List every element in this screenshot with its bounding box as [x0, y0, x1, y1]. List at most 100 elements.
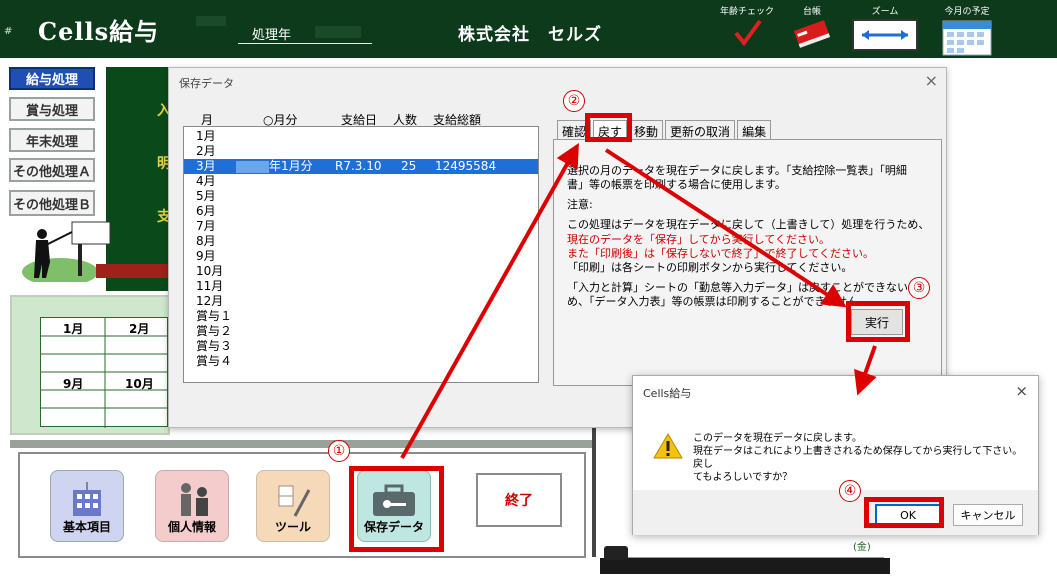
list-cell-m: 賞与１ [196, 309, 233, 323]
list-item[interactable]: 10月 [184, 264, 538, 279]
zoom-icon [852, 19, 918, 51]
list-cell-m: 賞与４ [196, 354, 233, 368]
warning-icon [653, 433, 683, 459]
list-item[interactable]: 6月 [184, 204, 538, 219]
cancel-button[interactable]: キャンセル [953, 504, 1023, 526]
nav-other-b[interactable]: その他処理Ｂ [9, 190, 95, 216]
personal-info-button[interactable]: 個人情報 [155, 470, 229, 542]
confirm-line-1: このデータを現在データに戻します。 [693, 433, 862, 444]
list-cell-period: 年1月分 [269, 159, 313, 173]
calendar-icon [942, 20, 992, 56]
nav-bonus[interactable]: 賞与処理 [9, 97, 95, 121]
list-item[interactable]: 5月 [184, 189, 538, 204]
list-item[interactable]: 賞与２ [184, 324, 538, 339]
list-cell-m: 賞与２ [196, 324, 233, 338]
nav-other-a[interactable]: その他処理Ａ [9, 158, 95, 182]
list-item[interactable]: 賞与１ [184, 309, 538, 324]
tab-edit[interactable]: 編集 [737, 120, 772, 140]
list-item[interactable]: 賞与３ [184, 339, 538, 354]
list-cell-m: 2月 [196, 144, 216, 158]
masked-field [196, 16, 226, 26]
list-cell-m: 7月 [196, 219, 216, 233]
highlight-execute [846, 301, 910, 342]
list-item[interactable]: 3月 年1月分 R7.3.10 25 12495584 [184, 159, 538, 174]
nav-payroll[interactable]: 給与処理 [9, 67, 95, 90]
list-item[interactable]: 11月 [184, 279, 538, 294]
grid-lines [41, 318, 169, 428]
tools-button[interactable]: ツール [256, 470, 330, 542]
tools-label: ツール [274, 520, 311, 534]
confirm-dialog: Cells給与 × このデータを現在データに戻します。 現在データはこれにより上… [632, 375, 1039, 535]
pane-line-2: 書」等の帳票を印刷する場合に使用します。 [567, 178, 786, 191]
highlight-ok [864, 497, 944, 528]
ledger-button[interactable]: 台帳 [790, 4, 834, 52]
highlight-restore-tab [585, 113, 632, 142]
frame-knob [604, 546, 628, 560]
zoom-button[interactable]: ズーム [850, 4, 920, 54]
dialog-close-button[interactable]: × [925, 71, 938, 90]
grid-month-9: 9月 [63, 377, 84, 391]
pane-note-1: この処理はデータを現在データに戻して（上書きして）処理を行うため、 [567, 218, 930, 231]
step-3-marker: ③ [908, 277, 930, 299]
list-cell-m: 6月 [196, 204, 216, 218]
exit-button[interactable]: 終了 [476, 473, 562, 527]
list-item[interactable]: 賞与４ [184, 354, 538, 369]
grid-month-1: 1月 [63, 322, 84, 336]
confirm-title: Cells給与 [643, 387, 692, 400]
list-item[interactable]: 12月 [184, 294, 538, 309]
frame-base [600, 558, 890, 574]
panel-divider [10, 440, 592, 448]
step-4-marker: ④ [839, 480, 861, 502]
confirm-line-3: てもよろしいですか？ [693, 472, 793, 483]
list-cell-m: 8月 [196, 234, 216, 248]
confirm-line-2: 現在データはこれにより上書きされるため保存してから実行して下さい。戻し [693, 446, 1023, 470]
list-item[interactable]: 8月 [184, 234, 538, 249]
year-value-masked [315, 26, 361, 38]
month-grid: 1月 2月 9月 10月 [40, 317, 169, 428]
age-check-label: 年齢チェック [719, 7, 774, 17]
list-item[interactable]: 1月 [184, 129, 538, 144]
list-cell-m: 9月 [196, 249, 216, 263]
list-item[interactable]: 4月 [184, 174, 538, 189]
list-cell-m: 5月 [196, 189, 216, 203]
frame-line [604, 544, 884, 558]
pane-note-3: また「印刷後」は「保存しないで終了」で終了してください。 [567, 247, 875, 260]
people-icon [181, 483, 208, 516]
pane-note-label: 注意: [567, 198, 593, 211]
list-cell-m: 賞与３ [196, 339, 233, 353]
list-item[interactable]: 2月 [184, 144, 538, 159]
grid-month-2: 2月 [129, 322, 150, 336]
list-item[interactable]: 9月 [184, 249, 538, 264]
list-item[interactable]: 7月 [184, 219, 538, 234]
presenter-icon [22, 221, 170, 282]
personal-info-label: 個人情報 [167, 520, 216, 534]
ledger-label: 台帳 [802, 7, 821, 17]
frame-post [592, 427, 596, 557]
list-cell-count: 25 [401, 159, 417, 173]
age-check-button[interactable]: 年齢チェック [718, 4, 776, 50]
building-icon [73, 482, 101, 516]
list-cell-m: 10月 [196, 264, 224, 278]
confirm-close-button[interactable]: × [1015, 382, 1028, 400]
basic-items-button[interactable]: 基本項目 [50, 470, 124, 542]
checkmark-icon [734, 19, 762, 47]
tab-move[interactable]: 移動 [629, 120, 664, 140]
corner-mark: # [4, 26, 13, 37]
pane-note-2: 現在のデータを「保存」してから実行してください。 [567, 233, 831, 246]
company-name: 株式会社 セルズ [458, 25, 602, 45]
monthly-plan-button[interactable]: 今月の予定 [936, 4, 998, 60]
pane-note-5: 「入力と計算」シートの「勤怠等入力データ」は戻すことができないた [567, 281, 919, 294]
month-list[interactable]: 1月 2月 3月 年1月分 R7.3.10 25 12495584 4月 5月 6月 7月 8月 9月 1… [183, 126, 539, 383]
list-cell-m: 4月 [196, 174, 216, 188]
app-brand: Cells給与 [38, 17, 160, 46]
pane-line-1: 選択の月のデータを現在データに戻します。「支給控除一覧表」「明細 [567, 164, 907, 177]
list-cell-m: 3月 [196, 159, 216, 173]
list-cell-masked [236, 160, 269, 173]
dialog-title: 保存データ [179, 77, 234, 90]
tab-cancel-update[interactable]: 更新の取消 [665, 120, 736, 140]
grid-month-10: 10月 [125, 377, 154, 391]
currency-mark: (金) [853, 542, 871, 553]
list-cell-total: 12495584 [435, 159, 497, 173]
nav-year-end[interactable]: 年末処理 [9, 128, 95, 152]
confirm-message: このデータを現在データに戻します。 現在データはこれにより上書きされるため保存し… [693, 432, 1023, 484]
